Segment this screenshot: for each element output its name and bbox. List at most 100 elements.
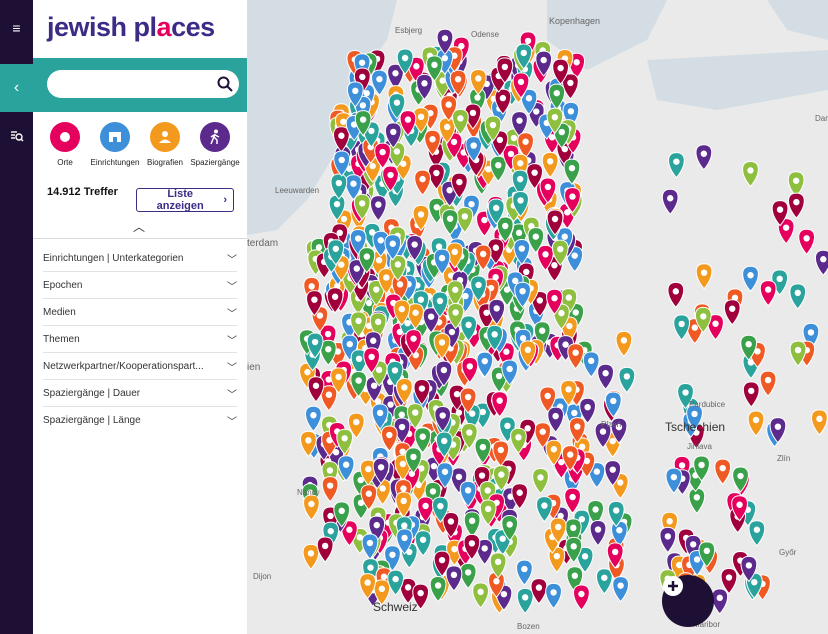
filter-list: Einrichtungen | Unterkategorien ﹀ Epochen… xyxy=(43,245,237,433)
map-marker[interactable] xyxy=(714,458,732,485)
map-marker[interactable] xyxy=(369,195,387,222)
show-list-label: Liste anzeigen xyxy=(156,188,204,212)
map-marker[interactable] xyxy=(661,188,679,216)
map-marker[interactable] xyxy=(742,265,759,292)
filter-label: Epochen xyxy=(43,279,83,291)
map-marker[interactable] xyxy=(747,410,765,437)
map-marker[interactable] xyxy=(659,526,677,554)
filter-epochen[interactable]: Epochen ﹀ xyxy=(43,272,237,299)
add-place-button[interactable] xyxy=(662,575,714,627)
map-marker[interactable] xyxy=(302,543,320,571)
map-marker[interactable] xyxy=(414,169,431,196)
map-label: Nancy xyxy=(297,488,320,497)
map-label: Tschechien xyxy=(665,420,726,434)
map-marker[interactable] xyxy=(582,351,600,378)
chevron-down-icon: ﹀ xyxy=(227,281,237,293)
map-marker[interactable] xyxy=(597,363,614,391)
map-marker[interactable] xyxy=(612,576,629,603)
map-marker[interactable] xyxy=(463,511,481,538)
map-label: Odense xyxy=(471,30,500,39)
map-marker[interactable] xyxy=(305,405,322,433)
map-marker[interactable] xyxy=(303,494,320,521)
search-icon[interactable] xyxy=(217,76,233,92)
filter-themen[interactable]: Themen ﹀ xyxy=(43,326,237,353)
chevron-right-icon: › xyxy=(223,194,227,206)
map-marker[interactable] xyxy=(472,582,489,609)
filter-label: Spaziergänge | Dauer xyxy=(43,387,141,399)
hamburger-menu-icon[interactable]: ≡ xyxy=(0,18,33,38)
map-marker[interactable] xyxy=(798,228,815,256)
filter-spaziergaenge-laenge[interactable]: Spaziergänge | Länge ﹀ xyxy=(43,407,237,433)
map-marker[interactable] xyxy=(536,496,553,523)
map-marker[interactable] xyxy=(573,584,590,611)
map-label: Dijon xyxy=(253,572,272,581)
map-marker[interactable] xyxy=(789,283,807,310)
show-list-button[interactable]: Liste anzeigen › xyxy=(136,188,234,212)
map-marker[interactable] xyxy=(742,381,760,408)
category-label: Einrichtungen xyxy=(90,158,140,167)
map-label: Zlín xyxy=(777,454,791,463)
map-marker[interactable] xyxy=(688,487,706,515)
category-orte[interactable]: Orte xyxy=(39,122,91,167)
map-marker[interactable] xyxy=(814,249,828,277)
chevron-down-icon: ﹀ xyxy=(227,308,237,320)
category-einrichtungen[interactable]: Einrichtungen xyxy=(89,122,141,167)
map-marker[interactable] xyxy=(748,520,766,547)
map-marker[interactable] xyxy=(759,280,777,307)
map-marker[interactable] xyxy=(695,144,713,171)
map-label: Esbjerg xyxy=(395,26,423,35)
map-marker[interactable] xyxy=(414,530,432,557)
map-marker[interactable] xyxy=(459,562,477,590)
map-marker[interactable] xyxy=(723,299,741,326)
pin-icon xyxy=(50,122,80,152)
map-marker[interactable] xyxy=(541,151,559,179)
category-label: Biografien xyxy=(146,158,184,167)
marker-layer xyxy=(298,28,828,615)
map-label: Plzeň xyxy=(601,420,622,429)
map-marker[interactable] xyxy=(615,330,633,358)
chevron-up-icon[interactable]: ︿ xyxy=(133,218,145,235)
map-marker[interactable] xyxy=(711,588,729,615)
search-input[interactable] xyxy=(47,70,239,98)
map-marker[interactable] xyxy=(811,409,828,436)
map-marker[interactable] xyxy=(759,370,777,397)
chevron-down-icon: ﹀ xyxy=(227,362,237,374)
filter-spaziergaenge-dauer[interactable]: Spaziergänge | Dauer ﹀ xyxy=(43,380,237,407)
collapse-panel-button[interactable]: ‹ xyxy=(0,64,33,112)
category-biografien[interactable]: Biografien xyxy=(139,122,191,167)
filter-einrichtungen-unterkategorien[interactable]: Einrichtungen | Unterkategorien ﹀ xyxy=(43,245,237,272)
category-spaziergaenge[interactable]: Spaziergänge xyxy=(189,122,241,167)
map-marker[interactable] xyxy=(667,281,685,309)
map-marker[interactable] xyxy=(321,476,339,503)
filter-label: Einrichtungen | Unterkategorien xyxy=(43,252,184,264)
map-marker[interactable] xyxy=(668,152,685,179)
map-marker[interactable] xyxy=(545,582,562,610)
map-marker[interactable] xyxy=(567,343,585,370)
filter-list-icon[interactable] xyxy=(0,124,33,148)
map-label: Dan xyxy=(815,114,828,123)
map-marker[interactable] xyxy=(516,559,533,586)
filter-label: Medien xyxy=(43,306,76,318)
map-marker[interactable] xyxy=(516,587,534,615)
map-marker[interactable] xyxy=(673,314,691,341)
filter-medien[interactable]: Medien ﹀ xyxy=(43,299,237,326)
map-marker[interactable] xyxy=(316,536,334,563)
map-marker[interactable] xyxy=(742,160,759,188)
map-label: Győr xyxy=(779,548,797,557)
map-marker[interactable] xyxy=(589,520,607,547)
filter-label: Spaziergänge | Länge xyxy=(43,414,141,426)
category-label: Spaziergänge xyxy=(190,158,240,167)
map-marker[interactable] xyxy=(563,158,581,185)
map-marker[interactable] xyxy=(788,192,805,219)
map-marker[interactable] xyxy=(476,351,494,378)
filter-netzwerkpartner[interactable]: Netzwerkpartner/Kooperationspart... ﹀ xyxy=(43,353,237,380)
map-marker[interactable] xyxy=(595,568,613,595)
map-canvas[interactable]: Esbjerg Odense Kopenhagen Leeuwarden ter… xyxy=(247,0,828,634)
map-marker[interactable] xyxy=(530,578,548,605)
app-logo[interactable]: jewish places xyxy=(47,12,215,43)
filter-label: Netzwerkpartner/Kooperationspart... xyxy=(43,360,204,372)
map-label: Schweiz xyxy=(373,600,418,614)
map-marker[interactable] xyxy=(695,263,713,290)
map-marker[interactable] xyxy=(532,467,549,495)
map-marker[interactable] xyxy=(618,366,636,394)
